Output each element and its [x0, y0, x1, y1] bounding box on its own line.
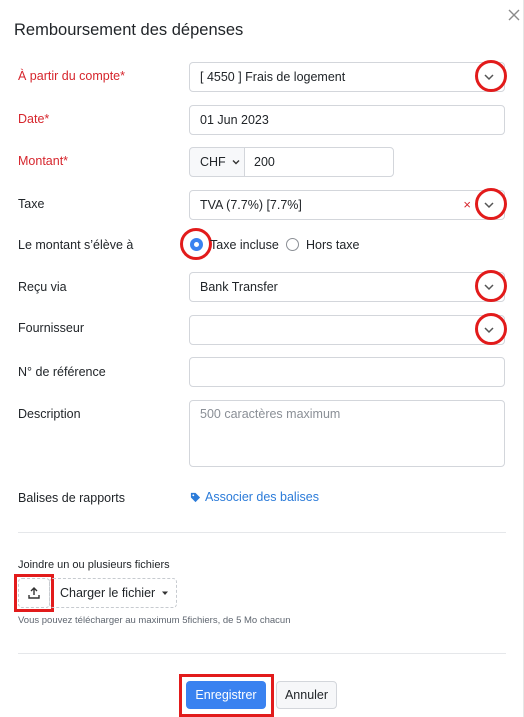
account-label: À partir du compte*	[18, 69, 125, 83]
highlight-ring	[180, 228, 212, 260]
received-via-value: Bank Transfer	[200, 280, 278, 294]
attachments-label: Joindre un ou plusieurs fichiers	[18, 559, 170, 571]
amount-value: 200	[254, 155, 275, 169]
radio-tax-excluded[interactable]	[286, 238, 299, 251]
associate-tags-label: Associer des balises	[205, 490, 319, 504]
currency-value: CHF	[200, 155, 226, 169]
account-value: [ 4550 ] Frais de logement	[200, 70, 346, 84]
dialog-title: Remboursement des dépenses	[14, 21, 244, 39]
amount-input[interactable]: 200	[244, 147, 394, 177]
description-textarea[interactable]: 500 caractères maximum	[189, 400, 505, 467]
tax-select[interactable]: TVA (7.7%) [7.7%] ×	[189, 190, 505, 220]
close-icon[interactable]	[506, 9, 522, 25]
highlight-ring	[475, 60, 507, 92]
highlight-box	[14, 574, 54, 612]
report-tags-label: Balises de rapports	[18, 491, 126, 505]
associate-tags-link[interactable]: Associer des balises	[190, 490, 319, 504]
date-input[interactable]: 01 Jun 2023	[189, 105, 505, 135]
received-via-label: Reçu via	[18, 280, 67, 294]
highlight-ring	[475, 188, 507, 220]
highlight-ring	[475, 313, 507, 345]
date-value: 01 Jun 2023	[200, 113, 269, 127]
tax-value: TVA (7.7%) [7.7%]	[200, 198, 302, 212]
upload-hint: Vous pouvez télécharger au maximum 5fich…	[18, 615, 291, 626]
amount-label: Montant*	[18, 154, 69, 168]
highlight-ring	[475, 270, 507, 302]
divider	[18, 653, 506, 654]
reference-input[interactable]	[189, 357, 505, 387]
expense-reimbursement-dialog: Remboursement des dépenses À partir du c…	[0, 0, 524, 717]
upload-file-button[interactable]: Charger le fichier	[49, 578, 177, 608]
reference-label: N° de référence	[18, 365, 106, 379]
currency-select[interactable]: CHF	[189, 147, 245, 177]
caret-down-icon	[162, 591, 169, 595]
date-label: Date*	[18, 112, 50, 126]
chevron-down-icon	[232, 160, 240, 165]
radio-tax-included-label: Taxe incluse	[210, 238, 279, 252]
clear-icon[interactable]: ×	[463, 197, 471, 213]
account-select[interactable]: [ 4550 ] Frais de logement	[189, 62, 505, 92]
received-via-select[interactable]: Bank Transfer	[189, 272, 505, 302]
description-label: Description	[18, 407, 81, 421]
upload-file-label: Charger le fichier	[60, 586, 156, 600]
highlight-box	[179, 674, 274, 717]
radio-tax-excluded-label: Hors taxe	[306, 238, 360, 252]
supplier-select[interactable]	[189, 315, 505, 345]
divider	[18, 532, 506, 533]
tax-label: Taxe	[18, 197, 45, 211]
supplier-label: Fournisseur	[18, 321, 84, 335]
tag-icon	[190, 492, 201, 502]
cancel-button[interactable]: Annuler	[276, 681, 337, 709]
amount-is-label: Le montant s’élève à	[18, 238, 134, 252]
